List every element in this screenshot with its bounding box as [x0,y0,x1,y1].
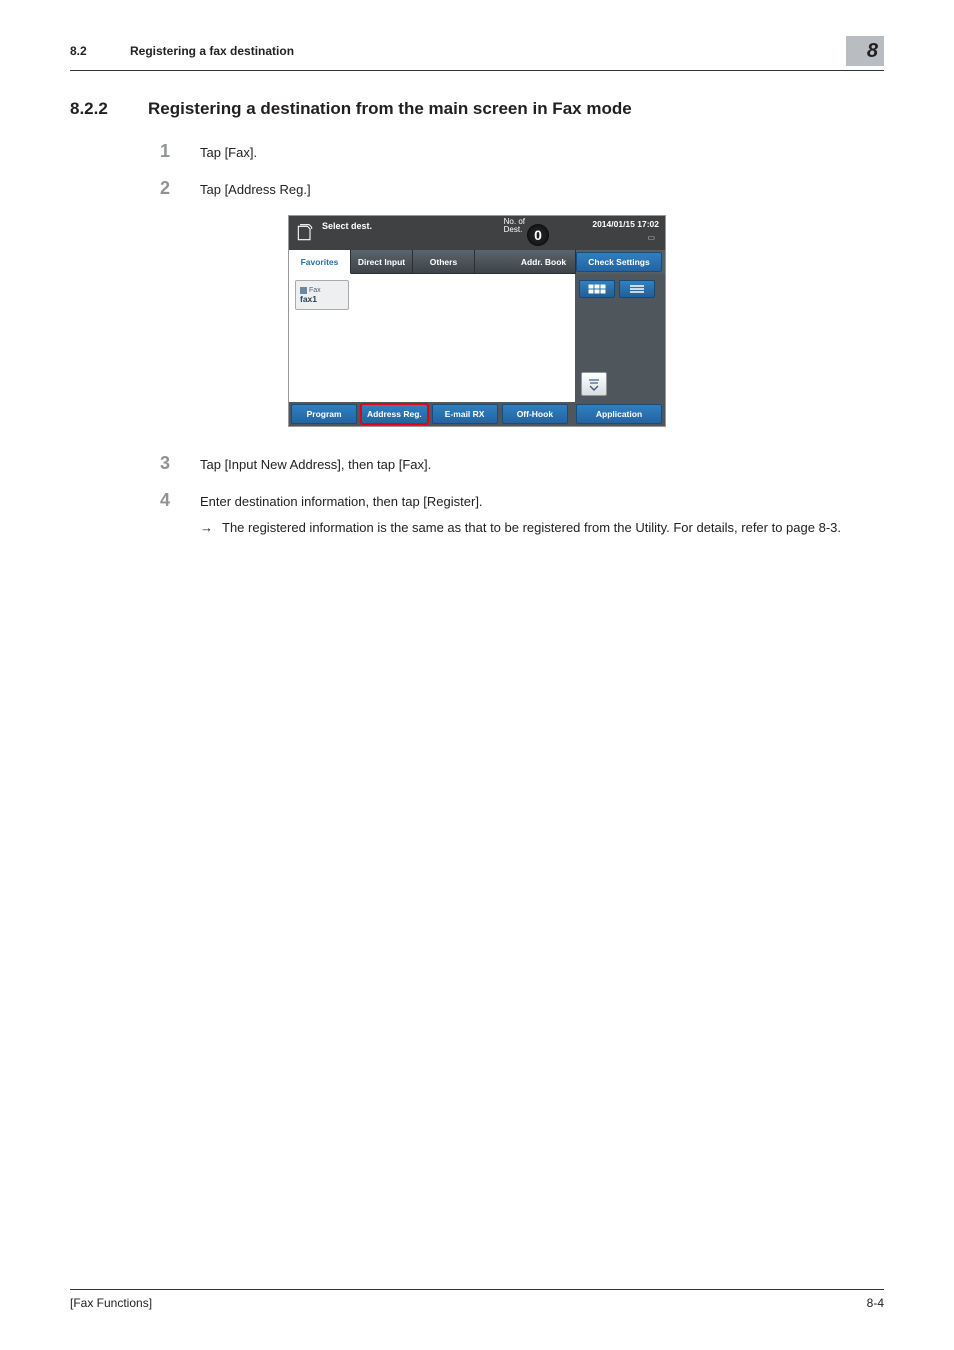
tab-spacer [475,250,512,274]
step-2: 2 Tap [Address Reg.] [70,178,884,199]
view-list-button[interactable] [619,280,655,298]
step-number: 2 [160,178,200,199]
email-rx-button[interactable]: E-mail RX [432,404,498,424]
step-number: 1 [160,141,200,162]
destination-card[interactable]: Fax fax1 [295,280,349,310]
dest-name: fax1 [300,294,344,304]
footer-right: 8-4 [867,1296,884,1310]
address-reg-button[interactable]: Address Reg. [361,404,427,424]
step-text: Tap [Address Reg.] [200,182,311,197]
view-panel [575,274,665,402]
datetime-display: 2014/01/15 17:02 [592,219,659,229]
scroll-down-button[interactable] [581,372,607,396]
step-4: 4 Enter destination information, then ta… [70,490,884,511]
off-hook-button[interactable]: Off-Hook [502,404,568,424]
fax-icon [300,287,307,294]
page-footer: [Fax Functions] 8-4 [70,1289,884,1310]
step-number: 4 [160,490,200,511]
fax-screen-screenshot: Select dest. No. of Dest. 0 2014/01/15 1… [288,215,666,427]
tab-addr-book[interactable]: Addr. Book [512,250,576,274]
chapter-badge: 8 [846,36,884,66]
program-button[interactable]: Program [291,404,357,424]
destination-list: Fax fax1 [289,274,575,402]
tab-others[interactable]: Others [413,250,475,274]
check-settings-button[interactable]: Check Settings [576,252,662,272]
dest-count-badge: 0 [527,224,549,246]
substep: → The registered information is the same… [70,519,884,537]
tab-bar: Favorites Direct Input Others Addr. Book… [289,250,665,274]
substep-text: The registered information is the same a… [222,519,841,537]
step-3: 3 Tap [Input New Address], then tap [Fax… [70,453,884,474]
arrow-icon: → [200,520,222,535]
footer-left: [Fax Functions] [70,1296,152,1310]
subsection-title: Registering a destination from the main … [148,99,632,119]
application-button[interactable]: Application [576,404,662,424]
screen-titlebar: Select dest. No. of Dest. 0 2014/01/15 1… [289,216,665,250]
step-text: Enter destination information, then tap … [200,494,483,509]
tab-direct-input[interactable]: Direct Input [351,250,413,274]
step-text: Tap [Input New Address], then tap [Fax]. [200,457,431,472]
step-1: 1 Tap [Fax]. [70,141,884,162]
header-section-number: 8.2 [70,44,130,58]
bottom-toolbar: Program Address Reg. E-mail RX Off-Hook … [289,402,665,426]
step-number: 3 [160,453,200,474]
page-header: 8.2 Registering a fax destination 8 [70,36,884,71]
step-text: Tap [Fax]. [200,145,257,160]
tab-favorites[interactable]: Favorites [289,250,351,274]
view-grid-button[interactable] [579,280,615,298]
subsection-number: 8.2.2 [70,99,148,119]
paper-status-icon: ▭ [647,233,655,242]
jobstatus-icon[interactable] [293,221,317,245]
subsection-heading: 8.2.2 Registering a destination from the… [70,99,884,119]
dest-count-label: No. of Dest. [504,218,525,235]
chapter-number: 8 [867,40,878,63]
screen-title: Select dest. [322,216,372,231]
main-area: Fax fax1 [289,274,665,402]
header-section-title: Registering a fax destination [130,44,846,58]
dest-type: Fax [309,287,321,294]
